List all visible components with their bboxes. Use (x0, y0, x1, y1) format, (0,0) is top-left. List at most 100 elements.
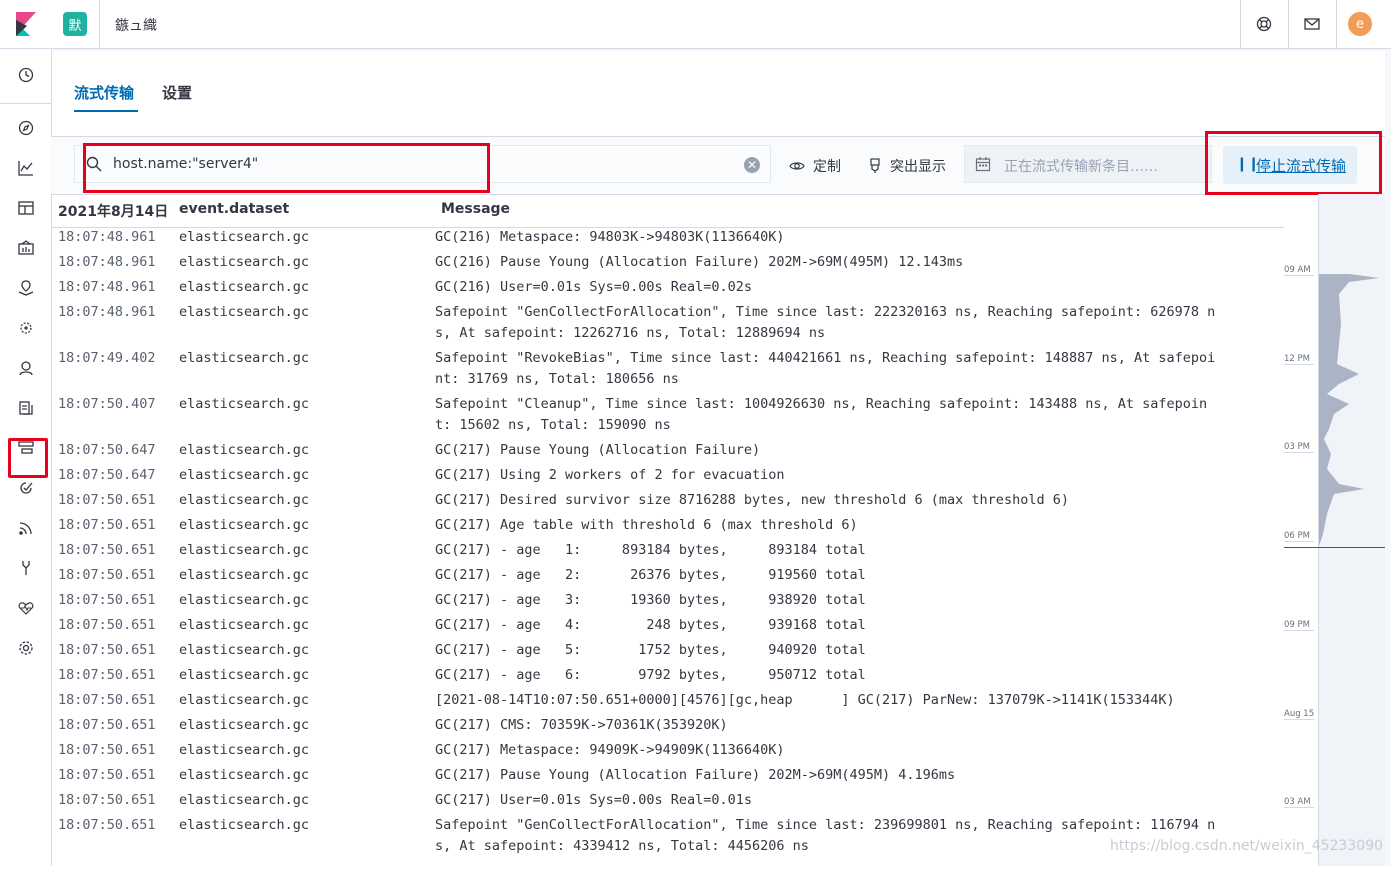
log-timestamp: 18:07:50.651 (58, 642, 156, 658)
customize-label: 定制 (813, 159, 841, 175)
log-timestamp: 18:07:49.402 (58, 350, 156, 366)
user-avatar[interactable]: e (1348, 12, 1372, 36)
log-message: GC(216) Pause Young (Allocation Failure)… (435, 254, 964, 270)
log-message: GC(217) Using 2 workers of 2 for evacuat… (435, 467, 785, 483)
log-dataset: elasticsearch.gc (179, 304, 310, 320)
minimap-density-strip[interactable] (1318, 194, 1391, 866)
log-dataset: elasticsearch.gc (179, 767, 310, 783)
minimap-time-label: 09 AM (1284, 265, 1311, 275)
minimap-tick (1284, 719, 1314, 720)
log-dataset: elasticsearch.gc (179, 396, 310, 412)
top-header: 默 鏃ュ織 e (0, 0, 1391, 49)
divider (99, 0, 100, 48)
dashboard-icon[interactable] (15, 197, 37, 219)
visualize-chart-icon[interactable] (15, 157, 37, 179)
divider (1288, 0, 1289, 48)
log-message: [2021-08-14T10:07:50.651+0000][4576][gc,… (435, 692, 1175, 708)
log-timestamp: 18:07:50.651 (58, 617, 156, 633)
log-message: GC(217) Metaspace: 94909K->94909K(113664… (435, 742, 785, 758)
highlight-button[interactable]: 突出显示 (868, 155, 946, 177)
minimap-density-chart (1319, 274, 1379, 546)
tab-settings[interactable]: 设置 (162, 82, 192, 103)
log-dataset: elasticsearch.gc (179, 254, 310, 270)
minimap-time-label: 03 AM (1284, 797, 1311, 807)
ml-icon[interactable] (15, 317, 37, 339)
uptime-icon[interactable] (15, 517, 37, 539)
log-message: GC(217) CMS: 70359K->70361K(353920K) (435, 717, 728, 733)
watermark: https://blog.csdn.net/weixin_45233090 (1110, 838, 1384, 854)
log-timestamp: 18:07:50.651 (58, 817, 156, 833)
log-timestamp: 18:07:50.647 (58, 442, 156, 458)
log-dataset: elasticsearch.gc (179, 817, 310, 833)
log-timestamp: 18:07:50.651 (58, 667, 156, 683)
column-header-dataset: event.dataset (179, 201, 290, 217)
log-message: GC(217) - age 6: 9792 bytes, 950712 tota… (435, 667, 866, 683)
scrollbar[interactable] (1385, 49, 1391, 866)
customize-button[interactable]: 定制 (789, 155, 841, 177)
minimap-tick (1284, 275, 1314, 276)
discover-compass-icon[interactable] (15, 117, 37, 139)
tab-streaming[interactable]: 流式传输 (74, 82, 134, 103)
clear-search-icon[interactable]: ✕ (744, 157, 760, 173)
log-dataset: elasticsearch.gc (179, 667, 310, 683)
active-tab-indicator (74, 110, 138, 112)
column-header-date: 2021年8月14日 (58, 204, 169, 220)
log-dataset: elasticsearch.gc (179, 517, 310, 533)
mail-icon[interactable] (1302, 14, 1322, 34)
highlight-search-annotation (83, 143, 490, 193)
log-message: Safepoint "Cleanup", Time since last: 10… (435, 396, 1208, 433)
kibana-logo-icon[interactable] (16, 12, 36, 36)
log-timestamp: 18:07:50.651 (58, 567, 156, 583)
siem-icon[interactable] (15, 357, 37, 379)
highlight-logs-annotation (8, 438, 48, 478)
minimap-time-label: 03 PM (1284, 442, 1310, 452)
monitoring-icon[interactable] (15, 597, 37, 619)
minimap-tick (1284, 364, 1314, 365)
log-message: GC(216) User=0.01s Sys=0.00s Real=0.02s (435, 279, 752, 295)
log-timestamp: 18:07:50.651 (58, 692, 156, 708)
log-dataset: elasticsearch.gc (179, 492, 310, 508)
space-badge[interactable]: 默 (63, 12, 87, 36)
log-dataset: elasticsearch.gc (179, 592, 310, 608)
log-message: GC(217) - age 2: 26376 bytes, 919560 tot… (435, 567, 866, 583)
log-dataset: elasticsearch.gc (179, 717, 310, 733)
log-timestamp: 18:07:50.651 (58, 792, 156, 808)
highlight-label: 突出显示 (890, 159, 946, 175)
minimap-time-label: 12 PM (1284, 354, 1310, 364)
minimap-tick (1284, 541, 1314, 542)
log-timestamp: 18:07:50.651 (58, 492, 156, 508)
log-timestamp: 18:07:48.961 (58, 254, 156, 270)
minimap-tick (1284, 452, 1314, 453)
log-minimap[interactable]: 09 AM 12 PM 03 PM 06 PM 09 PM Aug 15 03 AM (1284, 194, 1391, 866)
log-dataset: elasticsearch.gc (179, 350, 310, 366)
log-dataset: elasticsearch.gc (179, 467, 310, 483)
log-message: GC(217) - age 4: 248 bytes, 939168 total (435, 617, 866, 633)
apm-icon[interactable] (15, 477, 37, 499)
log-dataset: elasticsearch.gc (179, 692, 310, 708)
log-timestamp: 18:07:50.651 (58, 542, 156, 558)
divider (0, 103, 51, 104)
dev-tools-icon[interactable] (15, 557, 37, 579)
log-message: Safepoint "RevokeBias", Time since last:… (435, 350, 1216, 387)
log-message: GC(217) - age 1: 893184 bytes, 893184 to… (435, 542, 866, 558)
log-dataset: elasticsearch.gc (179, 279, 310, 295)
recent-clock-icon[interactable] (15, 64, 37, 86)
log-dataset: elasticsearch.gc (179, 642, 310, 658)
management-gear-icon[interactable] (15, 637, 37, 659)
log-dataset: elasticsearch.gc (179, 617, 310, 633)
minimap-time-label: Aug 15 (1284, 709, 1315, 719)
log-message: GC(217) - age 5: 1752 bytes, 940920 tota… (435, 642, 866, 658)
canvas-icon[interactable] (15, 237, 37, 259)
log-dataset: elasticsearch.gc (179, 229, 310, 245)
calendar-icon (975, 156, 991, 176)
help-icon[interactable] (1254, 14, 1274, 34)
highlight-stop-annotation (1205, 131, 1382, 195)
logs-icon[interactable] (15, 397, 37, 419)
log-message: GC(217) Desired survivor size 8716288 by… (435, 492, 1069, 508)
log-message: Safepoint "GenCollectForAllocation", Tim… (435, 817, 1216, 854)
divider (1336, 0, 1337, 48)
maps-icon[interactable] (15, 277, 37, 299)
streaming-status-text: 正在流式传输新条目…… (1004, 159, 1158, 175)
minimap-tick (1284, 630, 1314, 631)
column-header-message: Message (441, 201, 511, 217)
